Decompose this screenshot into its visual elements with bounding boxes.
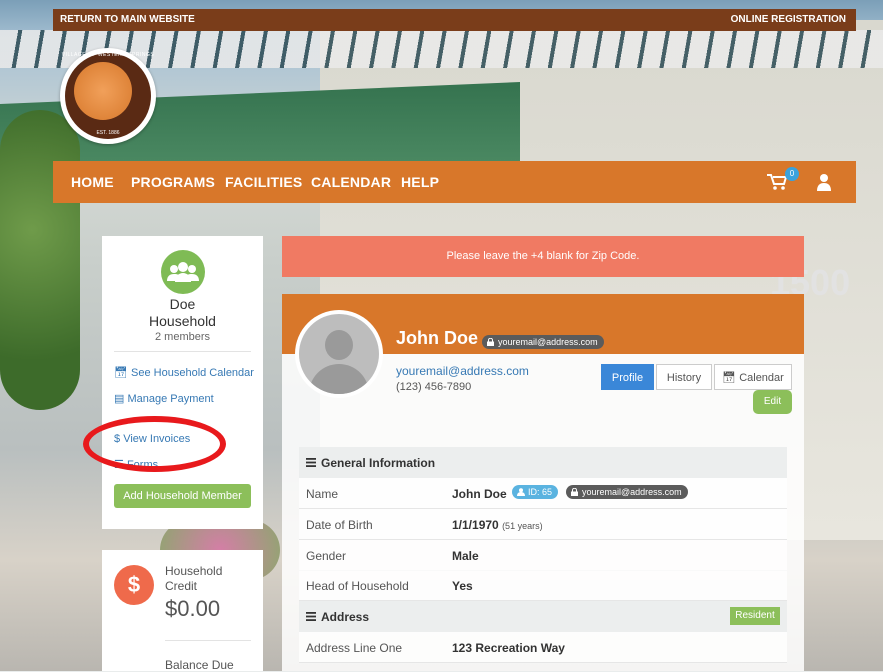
profile-name: John Doe xyxy=(396,328,479,348)
row-key: Head of Household xyxy=(306,579,409,593)
return-main-link[interactable]: RETURN TO MAIN WEBSITE xyxy=(60,14,195,25)
row-value: 123 Recreation Way xyxy=(452,641,565,655)
row-key: Date of Birth xyxy=(306,518,373,532)
household-name-line1: Doe xyxy=(169,296,196,312)
credit-card-icon: ▤ xyxy=(114,393,125,405)
zip-code-alert: Please leave the +4 blank for Zip Code. xyxy=(282,236,804,277)
household-members: 2 members xyxy=(154,331,211,343)
table-row: Head of Household Yes xyxy=(299,570,787,601)
main-nav: HOME PROGRAMS FACILITIES CALENDAR HELP 0 xyxy=(53,161,856,203)
tab-history[interactable]: History xyxy=(656,364,712,390)
top-bar: RETURN TO MAIN WEBSITE ONLINE REGISTRATI… xyxy=(53,9,856,31)
nav-facilities[interactable]: FACILITIES xyxy=(225,174,302,190)
nav-calendar[interactable]: CALENDAR xyxy=(311,174,391,190)
logo-text: VILLAGE OF WESTERN SPRINGS xyxy=(61,52,155,58)
id-badge: ID: 65 xyxy=(512,485,559,499)
credit-label-line2: Credit xyxy=(165,579,198,593)
village-logo[interactable]: VILLAGE OF WESTERN SPRINGS EST. 1886 xyxy=(60,48,156,144)
avatar-head xyxy=(325,330,353,360)
nav-help[interactable]: HELP xyxy=(401,174,439,190)
nav-programs[interactable]: PROGRAMS xyxy=(131,174,215,190)
section-title: Address xyxy=(321,610,370,624)
edit-button[interactable]: Edit xyxy=(753,390,792,414)
user-icon xyxy=(517,488,525,496)
logo-est: EST. 1886 xyxy=(96,130,120,136)
divider xyxy=(165,640,251,641)
profile-avatar[interactable] xyxy=(295,310,383,398)
avatar-shoulders xyxy=(309,364,369,394)
list-icon xyxy=(306,612,316,621)
logo-tree-emblem xyxy=(74,62,132,120)
age-note: (51 years) xyxy=(502,521,543,531)
dob-value: 1/1/1970 xyxy=(452,518,499,532)
list-icon xyxy=(306,458,316,467)
avatar-placeholder xyxy=(299,314,379,394)
section-title: General Information xyxy=(321,456,436,470)
household-card: Doe Household 2 members 📅︎ See Household… xyxy=(102,236,263,529)
email-badge: youremail@address.com xyxy=(482,335,604,349)
annotation-circle xyxy=(83,416,226,472)
row-key: Address Line One xyxy=(306,641,403,655)
row-key: Gender xyxy=(306,549,347,563)
cart-count-badge: 0 xyxy=(785,167,799,181)
tab-calendar-label: Calendar xyxy=(739,372,784,384)
household-name-line2: Household xyxy=(149,313,216,329)
tree-image xyxy=(0,110,80,410)
resident-badge: Resident xyxy=(730,607,780,625)
dollar-circle-icon: $ xyxy=(114,565,154,605)
link-label: See Household Calendar xyxy=(131,367,254,379)
credit-label: Household Credit xyxy=(165,564,222,594)
row-value: 1/1/1970 (51 years) xyxy=(452,518,543,532)
row-key: Name xyxy=(306,487,339,501)
table-row: Gender Male xyxy=(299,540,787,571)
table-row: Date of Birth 1/1/1970 (51 years) xyxy=(299,509,787,540)
email-badge-text: youremail@address.com xyxy=(498,337,598,347)
row-value: John Doe xyxy=(452,487,507,501)
household-credit-card: $ Household Credit $0.00 Balance Due xyxy=(102,550,263,672)
balance-due-label: Balance Due xyxy=(165,658,234,672)
household-name: Doe Household xyxy=(102,296,263,330)
id-badge-text: ID: 65 xyxy=(528,487,553,497)
general-information-header: General Information xyxy=(299,447,787,478)
add-household-member-button[interactable]: Add Household Member xyxy=(114,484,251,508)
tab-calendar[interactable]: 📅︎ Calendar xyxy=(714,364,792,390)
user-icon[interactable] xyxy=(817,173,831,191)
tab-profile[interactable]: Profile xyxy=(601,364,654,390)
manage-payment-link[interactable]: ▤ Manage Payment xyxy=(114,392,214,405)
see-household-calendar-link[interactable]: 📅︎ See Household Calendar xyxy=(114,366,254,379)
nav-home[interactable]: HOME xyxy=(71,174,114,190)
lock-icon xyxy=(571,488,578,496)
credit-label-line1: Household xyxy=(165,564,223,578)
row-value: Yes xyxy=(452,579,473,593)
lock-icon xyxy=(487,338,494,346)
household-icon xyxy=(161,250,205,294)
credit-amount: $0.00 xyxy=(165,596,221,621)
online-registration-link[interactable]: ONLINE REGISTRATION xyxy=(731,14,846,25)
profile-email-link[interactable]: youremail@address.com xyxy=(396,364,529,378)
table-row: Address Line One 123 Recreation Way xyxy=(299,632,787,663)
calendar-icon: 📅︎ xyxy=(722,372,737,384)
profile-phone: (123) 456-7890 xyxy=(396,381,472,393)
address-header: Address xyxy=(299,601,787,632)
calendar-icon: 📅︎ xyxy=(114,367,128,379)
link-label: Manage Payment xyxy=(127,393,214,405)
email-badge: youremail@address.com xyxy=(566,485,688,499)
table-row: Name John Doe ID: 65 youremail@address.c… xyxy=(299,478,787,509)
divider xyxy=(114,351,251,352)
row-value: Male xyxy=(452,549,479,563)
email-badge-text: youremail@address.com xyxy=(582,487,682,497)
